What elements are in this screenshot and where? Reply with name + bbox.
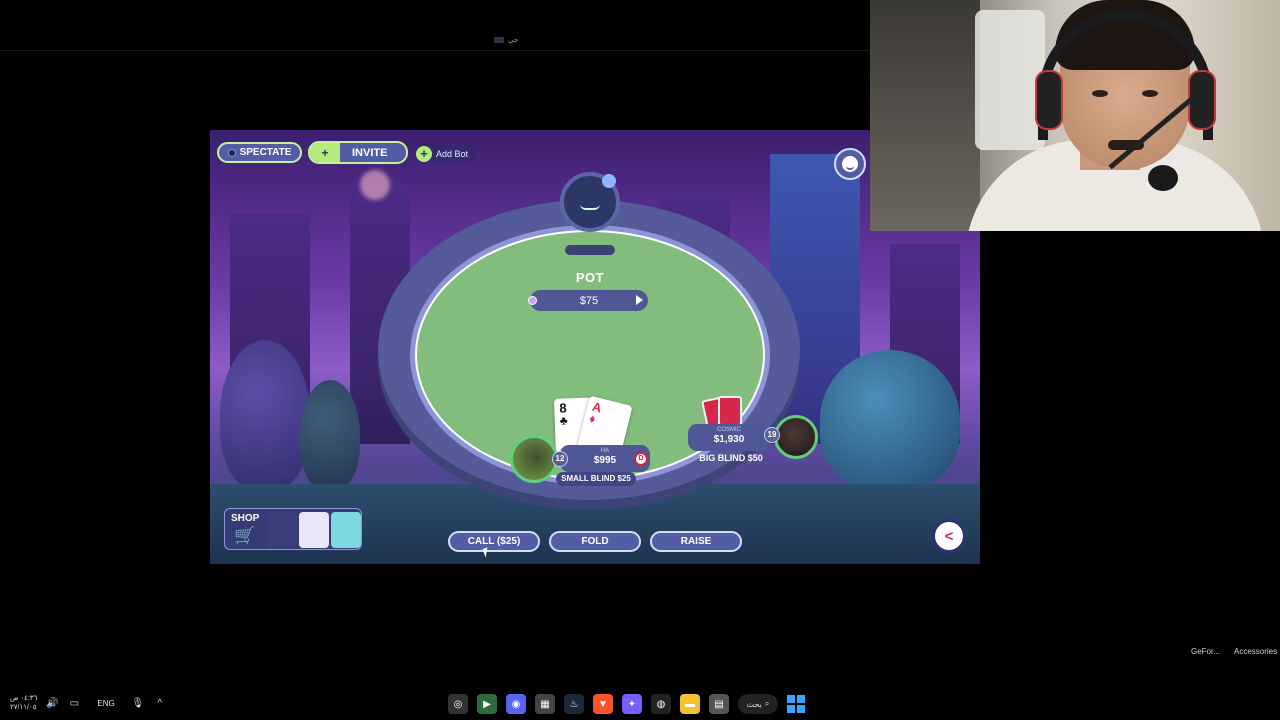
- store-icon[interactable]: ▦: [535, 694, 555, 714]
- search-icon: ⌕: [764, 699, 770, 708]
- opponent-level-badge: 19: [764, 427, 780, 443]
- webcam-overlay: [870, 0, 1280, 231]
- chip-icon: [528, 296, 537, 305]
- big-blind-label: BIG BLIND $50: [699, 453, 763, 463]
- card-suit: ♣: [559, 413, 568, 428]
- shop-panel[interactable]: SHOP 🛒: [224, 508, 362, 550]
- avatar-face-icon: [580, 204, 600, 210]
- emoji-button[interactable]: [834, 148, 866, 180]
- notes-icon[interactable]: ▤: [709, 694, 729, 714]
- clock-time: ٠٤:٣٦ ص: [10, 695, 38, 702]
- system-tray: ٠٤:٣٦ ص ٢٧/١١/٠٥ 🔊 ▭ ENG 🎙 ^: [10, 694, 167, 712]
- share-icon: <: [944, 527, 954, 545]
- search-label: بحث: [746, 699, 762, 709]
- top-divider: [0, 50, 870, 51]
- invite-button[interactable]: + INVITE: [308, 141, 408, 164]
- play-arrow-icon: [636, 295, 643, 305]
- invite-label: INVITE: [352, 146, 388, 159]
- steam-icon[interactable]: ♨: [564, 694, 584, 714]
- taskbar-apps: ◎ ▶ ◉ ▦ ♨ ▼ ✦ ◍ ▬ ▤ بحث ⌕: [448, 694, 805, 714]
- language-indicator[interactable]: ENG: [97, 699, 114, 708]
- search-box[interactable]: بحث ⌕: [738, 694, 778, 714]
- clock-date: ٢٧/١١/٠٥: [10, 704, 37, 711]
- fold-button[interactable]: FOLD: [549, 531, 641, 552]
- pot-amount: $75: [528, 290, 648, 311]
- obs-icon[interactable]: ◍: [651, 694, 671, 714]
- opponent-name: COSMIC: [717, 427, 741, 433]
- network-icon[interactable]: ▭: [67, 696, 81, 710]
- opponent-cards: [701, 395, 744, 431]
- background-tree: [300, 380, 360, 490]
- poker-game-viewport: POT $75 8 ♣ A ♦ HA $995 12 D SMALL BLIND…: [210, 130, 980, 564]
- call-button[interactable]: CALL ($25): [448, 531, 540, 552]
- headset-mic: [1148, 165, 1178, 191]
- share-button[interactable]: <: [932, 519, 966, 553]
- pot-value: $75: [579, 294, 599, 307]
- tab-title: جي: [508, 37, 519, 44]
- spectate-label: SPECTATE: [239, 147, 292, 158]
- raise-button[interactable]: RAISE: [650, 531, 742, 552]
- background-tree: [220, 340, 310, 490]
- browser-tab[interactable]: جي: [494, 36, 518, 44]
- player-level-badge: 12: [552, 451, 568, 467]
- shop-item-cat-avatar[interactable]: [299, 512, 329, 548]
- webcam-background: [870, 0, 980, 231]
- folder-icon[interactable]: ▬: [680, 694, 700, 714]
- host-avatar[interactable]: [560, 172, 620, 232]
- opponent-avatar[interactable]: [774, 415, 818, 459]
- headset-cup: [1035, 70, 1063, 130]
- speaker-icon[interactable]: 🔊: [45, 696, 59, 710]
- copilot-icon[interactable]: ✦: [622, 694, 642, 714]
- neon-sign: [360, 170, 390, 200]
- small-blind-label: SMALL BLIND $25: [556, 472, 636, 486]
- add-bot-button[interactable]: + Add Bot: [416, 145, 477, 162]
- plus-icon: +: [416, 145, 432, 162]
- pot-label: POT: [575, 270, 605, 285]
- background-tree: [820, 350, 960, 490]
- add-bot-label: Add Bot: [436, 148, 469, 159]
- chrome-icon[interactable]: ◎: [448, 694, 468, 714]
- clock[interactable]: ٠٤:٣٦ ص ٢٧/١١/٠٥: [10, 694, 37, 712]
- discord-icon[interactable]: ◉: [506, 694, 526, 714]
- shop-item-crown-avatar[interactable]: [267, 512, 297, 548]
- brave-icon[interactable]: ▼: [593, 694, 613, 714]
- tab-favicon-icon: [494, 37, 504, 43]
- desktop: جي POT $75 8 ♣ A ♦ HA $995 12 D SMALL BL…: [0, 0, 1280, 720]
- green-app-icon[interactable]: ▶: [477, 694, 497, 714]
- host-seat-slot: [565, 245, 615, 255]
- face-down-card: [718, 396, 742, 426]
- opponent-stack: $1,930: [713, 434, 745, 445]
- shop-items: [267, 512, 361, 548]
- shop-item-ghost-avatar[interactable]: [331, 512, 361, 548]
- card-suit: ♦: [587, 411, 598, 427]
- windows-icon[interactable]: [787, 695, 805, 713]
- spectate-button[interactable]: SPECTATE: [217, 142, 302, 163]
- add-user-icon: +: [310, 143, 340, 162]
- smiley-icon: [842, 156, 858, 172]
- avatar-hat-icon: [602, 174, 616, 188]
- player-avatar[interactable]: [510, 435, 558, 483]
- microphone-icon[interactable]: 🎙: [131, 696, 145, 710]
- dealer-button: D: [634, 452, 648, 466]
- spectate-icon: [227, 148, 236, 157]
- desktop-label-accessories[interactable]: Accessories: [1234, 647, 1277, 656]
- taskbar: ٠٤:٣٦ ص ٢٧/١١/٠٥ 🔊 ▭ ENG 🎙 ^ ◎ ▶ ◉ ▦ ♨ ▼…: [0, 690, 1280, 720]
- desktop-label-geforce[interactable]: GeFor...: [1191, 647, 1220, 656]
- shop-label: SHOP: [231, 513, 260, 524]
- opponent-seat: COSMIC $1,930: [688, 424, 770, 451]
- chevron-up-icon[interactable]: ^: [153, 696, 167, 710]
- cart-icon: 🛒: [234, 526, 256, 545]
